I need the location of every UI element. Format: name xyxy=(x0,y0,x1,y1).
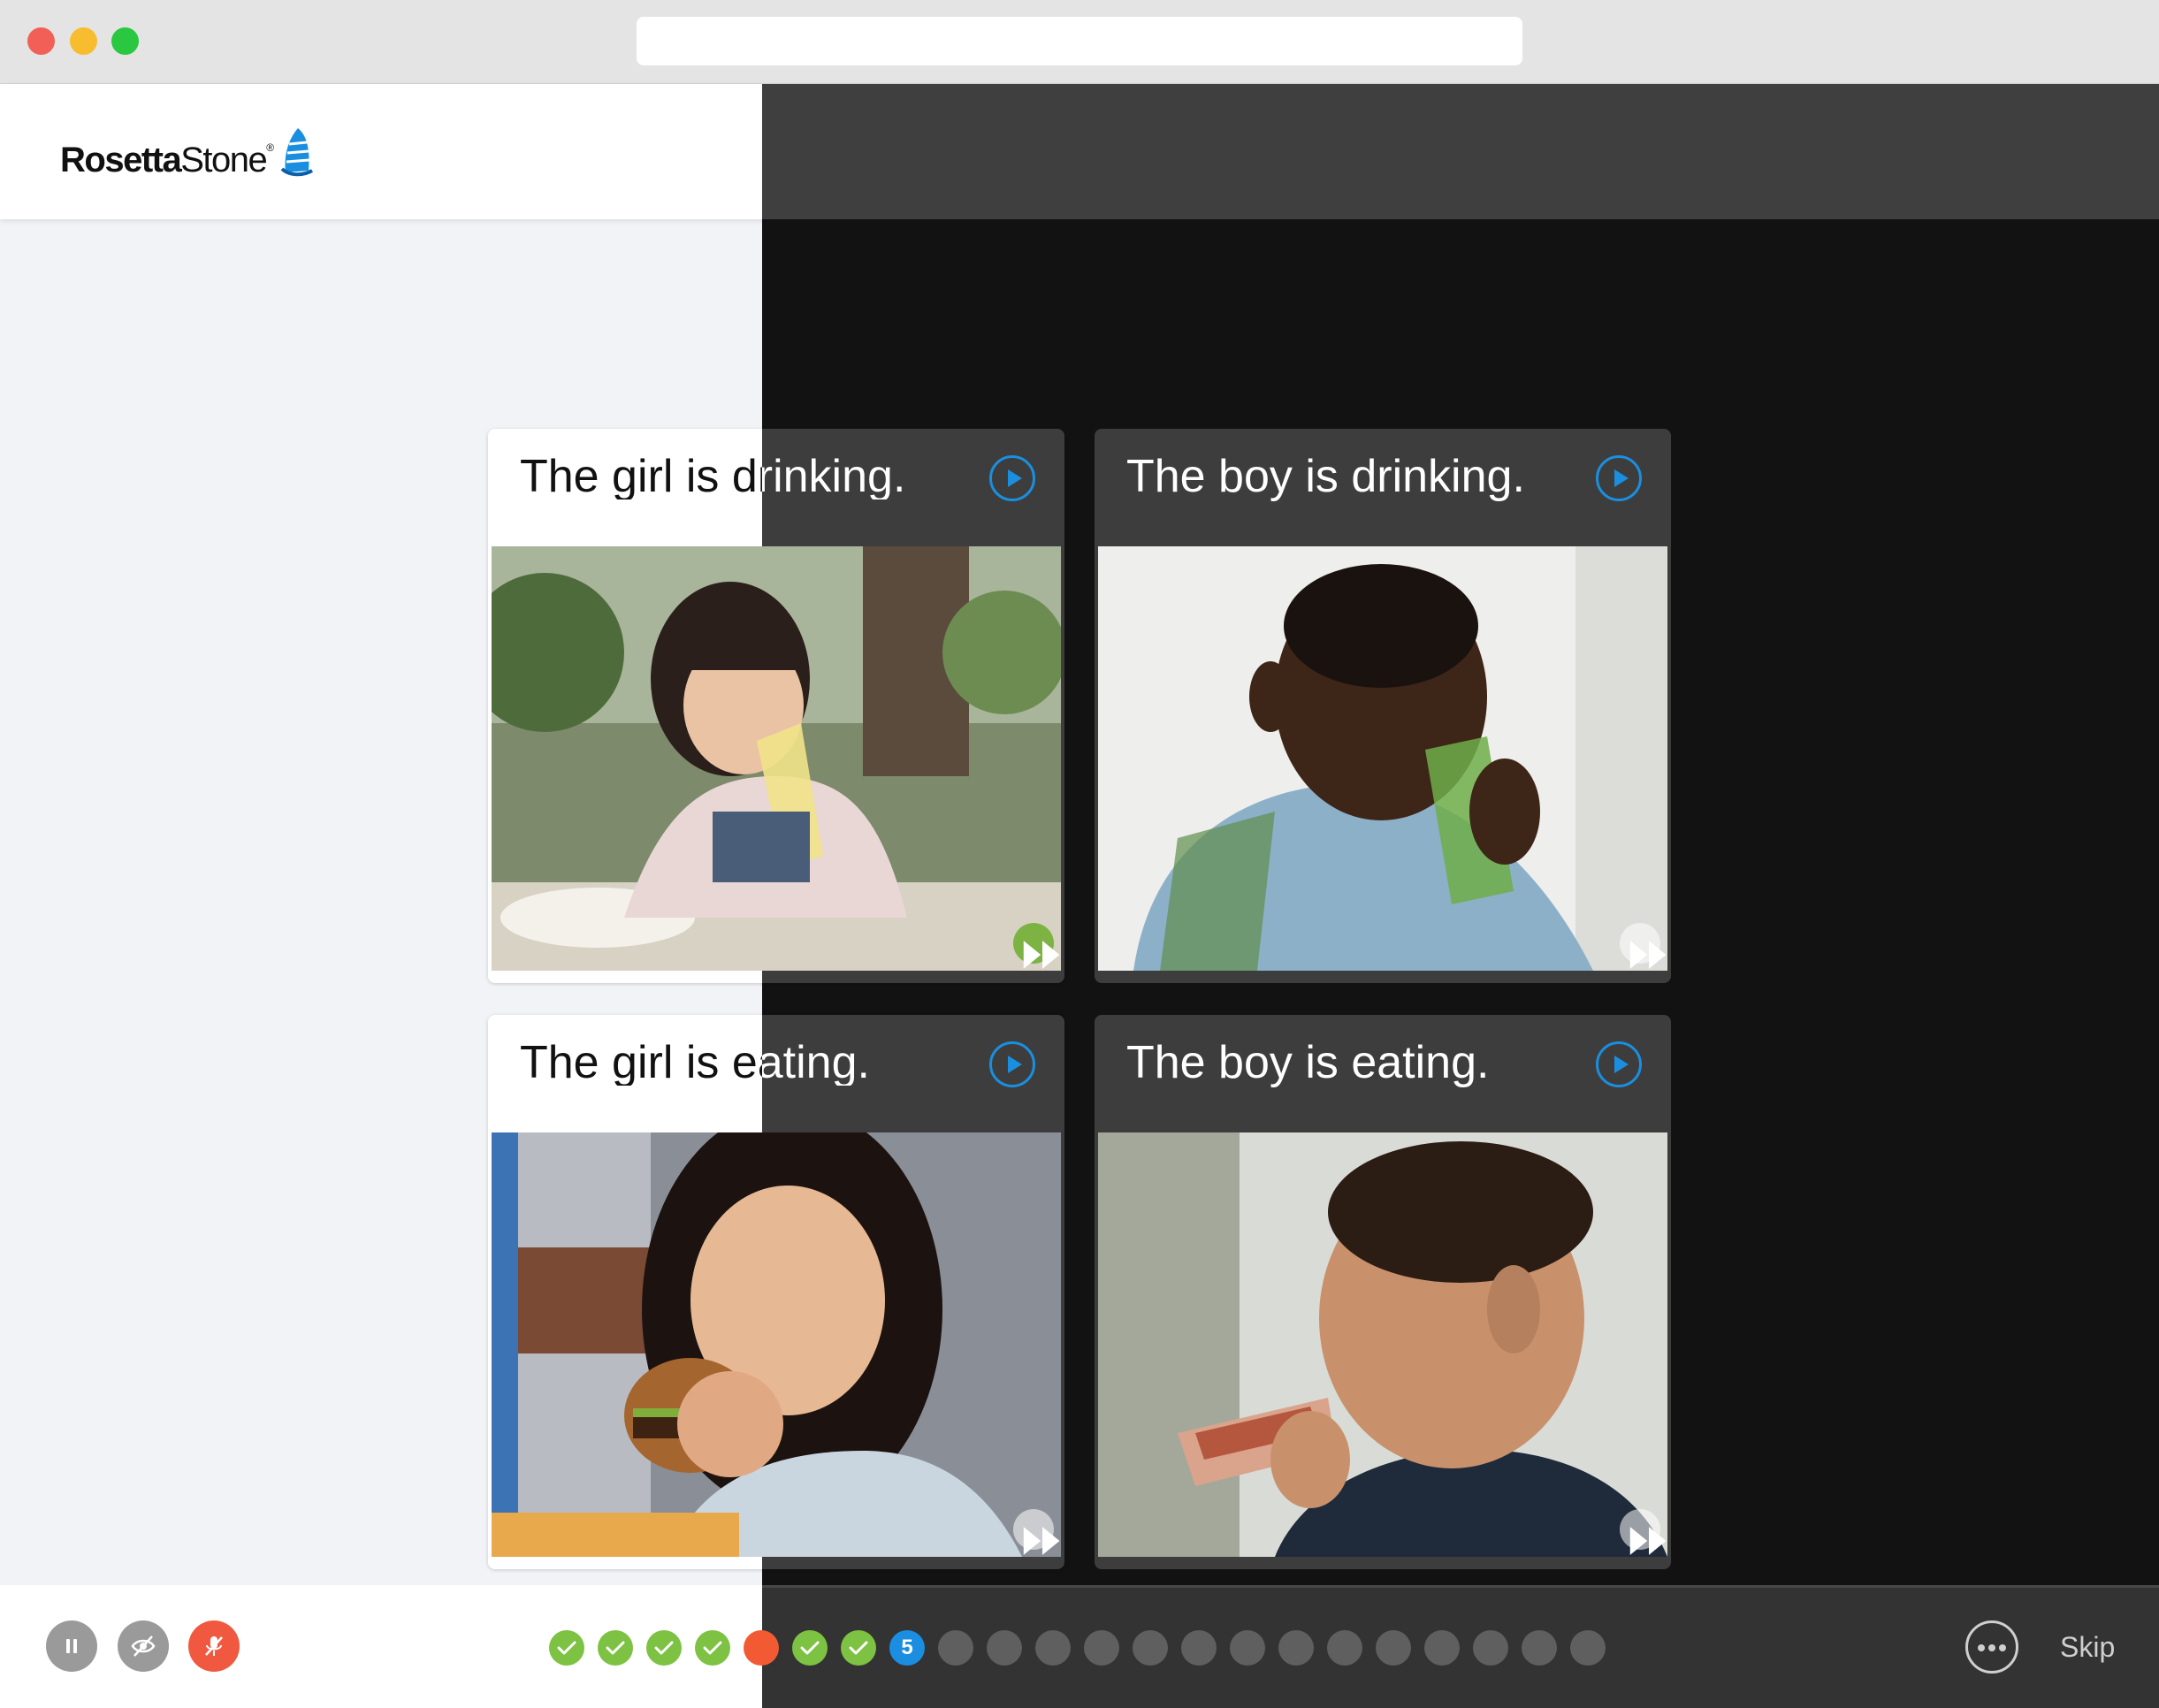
rosetta-stone-logo[interactable]: RosettaStone® xyxy=(60,123,314,178)
progress-dot-todo[interactable] xyxy=(1278,1630,1314,1666)
pause-button[interactable] xyxy=(46,1620,97,1672)
logo-text-first: Rosetta xyxy=(60,141,182,179)
play-circle-icon xyxy=(1008,1056,1022,1073)
maximize-window-button[interactable] xyxy=(111,27,139,55)
play-circle-icon xyxy=(1008,469,1022,487)
progress-dot-done[interactable] xyxy=(792,1630,828,1666)
progress-dot-todo[interactable] xyxy=(1181,1630,1217,1666)
skip-card-button[interactable] xyxy=(1620,923,1667,969)
progress-dot-todo[interactable] xyxy=(1133,1630,1168,1666)
progress-dot-done[interactable] xyxy=(646,1630,682,1666)
answer-card-girl-eating[interactable]: The girl is eating. xyxy=(488,1015,1064,1569)
check-icon xyxy=(557,1641,576,1655)
more-options-button[interactable] xyxy=(1965,1620,2018,1674)
logo-registered-mark: ® xyxy=(266,141,274,154)
card-label: The girl is drinking. xyxy=(520,451,906,502)
lesson-footer: 5 Skip xyxy=(0,1585,2159,1708)
close-window-button[interactable] xyxy=(27,27,55,55)
play-audio-button[interactable] xyxy=(1596,1041,1642,1087)
play-audio-button[interactable] xyxy=(1596,455,1642,501)
card-photo xyxy=(492,1132,1061,1557)
progress-dot-todo[interactable] xyxy=(1376,1630,1411,1666)
hide-text-button[interactable] xyxy=(118,1620,169,1672)
fast-forward-icon xyxy=(1629,941,1667,969)
sail-logo-icon xyxy=(280,128,313,177)
lesson-progress: 5 xyxy=(549,1630,1606,1666)
progress-dot-todo[interactable] xyxy=(1570,1630,1606,1666)
progress-dot-wrong[interactable] xyxy=(744,1630,779,1666)
play-audio-button[interactable] xyxy=(989,1041,1035,1087)
progress-dot-todo[interactable] xyxy=(1473,1630,1508,1666)
card-label: The boy is eating. xyxy=(1126,1037,1490,1088)
browser-chrome xyxy=(0,0,2159,84)
progress-dot-todo[interactable] xyxy=(1424,1630,1460,1666)
eye-off-icon xyxy=(131,1636,156,1657)
progress-dot-todo[interactable] xyxy=(1084,1630,1119,1666)
boy-eating-photo xyxy=(1098,1132,1667,1557)
progress-dot-label: 5 xyxy=(901,1636,913,1659)
address-bar[interactable] xyxy=(637,17,1522,65)
play-audio-button[interactable] xyxy=(989,455,1035,501)
progress-dot-todo[interactable] xyxy=(987,1630,1022,1666)
app-header: RosettaStone® xyxy=(0,84,2159,219)
progress-dot-current[interactable]: 5 xyxy=(889,1630,925,1666)
logo-text-second: Stone xyxy=(180,141,268,179)
play-circle-icon xyxy=(1614,469,1629,487)
progress-dot-done[interactable] xyxy=(841,1630,876,1666)
check-icon xyxy=(654,1641,674,1655)
girl-drinking-photo xyxy=(492,546,1061,971)
progress-dot-done[interactable] xyxy=(695,1630,730,1666)
check-icon xyxy=(606,1641,625,1655)
skip-button[interactable]: Skip xyxy=(2060,1631,2115,1664)
progress-dot-todo[interactable] xyxy=(1035,1630,1071,1666)
skip-card-button[interactable] xyxy=(1620,1509,1667,1555)
mic-off-icon xyxy=(205,1636,223,1656)
card-label: The girl is eating. xyxy=(520,1037,870,1088)
card-photo xyxy=(492,546,1061,971)
check-icon xyxy=(800,1641,820,1655)
skip-card-button[interactable] xyxy=(1013,1509,1060,1555)
progress-dot-todo[interactable] xyxy=(1230,1630,1265,1666)
answer-card-boy-drinking[interactable]: The boy is drinking. xyxy=(1095,429,1671,983)
progress-dot-todo[interactable] xyxy=(938,1630,973,1666)
microphone-toggle-button[interactable] xyxy=(188,1620,240,1672)
boy-drinking-photo xyxy=(1098,546,1667,971)
card-photo xyxy=(1098,1132,1667,1557)
progress-dot-done[interactable] xyxy=(598,1630,633,1666)
progress-dot-todo[interactable] xyxy=(1327,1630,1362,1666)
minimize-window-button[interactable] xyxy=(70,27,97,55)
play-circle-icon xyxy=(1614,1056,1629,1073)
more-horizontal-icon xyxy=(1978,1644,2006,1651)
lesson-screen: RosettaStone® The girl is drinking. The … xyxy=(0,84,2159,1708)
card-photo xyxy=(1098,546,1667,971)
fast-forward-icon xyxy=(1023,941,1060,969)
answer-card-boy-eating[interactable]: The boy is eating. xyxy=(1095,1015,1671,1569)
answer-card-girl-drinking[interactable]: The girl is drinking. xyxy=(488,429,1064,983)
pause-icon xyxy=(66,1639,77,1653)
progress-dot-done[interactable] xyxy=(549,1630,584,1666)
fast-forward-icon xyxy=(1023,1527,1060,1555)
progress-dot-todo[interactable] xyxy=(1522,1630,1557,1666)
skip-card-button[interactable] xyxy=(1013,923,1060,969)
check-icon xyxy=(703,1641,722,1655)
check-icon xyxy=(849,1641,868,1655)
girl-eating-photo xyxy=(492,1132,1061,1557)
fast-forward-icon xyxy=(1629,1527,1667,1555)
card-label: The boy is drinking. xyxy=(1126,451,1525,502)
